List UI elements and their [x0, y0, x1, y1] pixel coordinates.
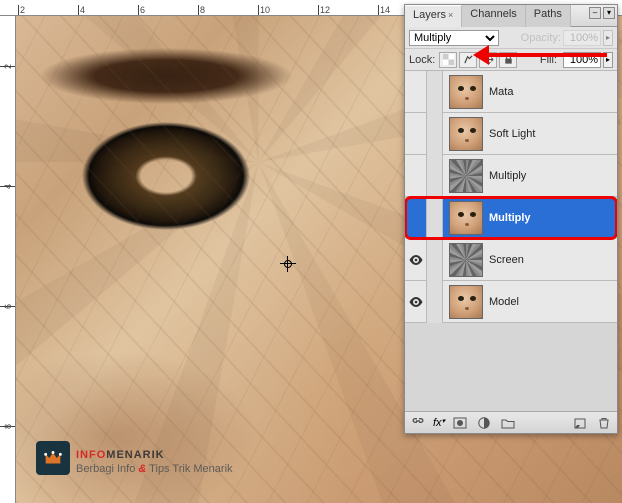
layer-visibility-toggle[interactable]: [405, 281, 427, 323]
layers-panel: Layers× Channels Paths – ▾ Multiply Opac…: [404, 4, 618, 434]
ruler-v-mark: 2: [0, 66, 15, 67]
ruler-h-mark: 6: [138, 5, 145, 15]
opacity-label: Opacity:: [521, 32, 561, 44]
ruler-h-mark: 4: [78, 5, 85, 15]
watermark-brand-a: INFO: [76, 449, 106, 461]
new-layer-button[interactable]: [571, 415, 589, 431]
layer-link-cell[interactable]: [427, 71, 443, 113]
layer-visibility-toggle[interactable]: [405, 155, 427, 197]
ruler-h-mark: 10: [258, 5, 270, 15]
panel-tabs: Layers× Channels Paths – ▾: [405, 5, 617, 27]
layer-name-label: Multiply: [489, 170, 526, 182]
fill-input[interactable]: [563, 52, 601, 68]
watermark: INFOMENARIK Berbagi Info & Tips Trik Men…: [36, 441, 233, 475]
layer-name-label: Model: [489, 296, 519, 308]
delete-layer-button[interactable]: [595, 415, 613, 431]
ruler-vertical: 2 4 6 8: [0, 16, 16, 503]
watermark-logo-icon: [36, 441, 70, 475]
layer-name-label: Multiply: [489, 212, 531, 224]
close-icon[interactable]: ×: [448, 10, 453, 20]
layer-link-cell[interactable]: [427, 113, 443, 155]
opacity-flyout-icon[interactable]: ▸: [603, 30, 613, 46]
lock-label: Lock:: [409, 54, 435, 66]
layer-thumbnail[interactable]: [449, 285, 483, 319]
lock-pixels-button[interactable]: [459, 52, 477, 68]
tab-paths[interactable]: Paths: [526, 5, 571, 27]
layer-visibility-toggle[interactable]: [405, 71, 427, 113]
fx-label: fx: [433, 417, 442, 429]
layer-mask-button[interactable]: [451, 415, 469, 431]
layer-fx-button[interactable]: fx▾: [433, 417, 445, 429]
ruler-h-mark: 8: [198, 5, 205, 15]
layer-row[interactable]: Multiply: [405, 197, 617, 239]
layer-group-button[interactable]: [499, 415, 517, 431]
fill-label: Fill:: [540, 54, 557, 66]
lock-all-button[interactable]: [499, 52, 517, 68]
layers-empty-area: [405, 323, 617, 411]
layer-row[interactable]: Model: [405, 281, 617, 323]
layer-thumbnail[interactable]: [449, 117, 483, 151]
ruler-v-mark: 8: [0, 426, 15, 427]
blend-mode-select[interactable]: Multiply: [409, 30, 499, 46]
fill-flyout-icon[interactable]: ▸: [603, 52, 613, 68]
layer-row[interactable]: Soft Light: [405, 113, 617, 155]
panel-menu-icon[interactable]: ▾: [603, 7, 615, 19]
layer-visibility-toggle[interactable]: [405, 197, 427, 239]
layer-thumbnail[interactable]: [449, 243, 483, 277]
ruler-h-mark: 14: [378, 5, 390, 15]
layer-link-cell[interactable]: [427, 155, 443, 197]
layer-link-cell[interactable]: [427, 239, 443, 281]
tab-channels[interactable]: Channels: [462, 5, 525, 27]
adjustment-layer-button[interactable]: [475, 415, 493, 431]
layer-thumbnail[interactable]: [449, 159, 483, 193]
link-layers-button[interactable]: [409, 415, 427, 431]
layer-link-cell[interactable]: [427, 281, 443, 323]
layer-row[interactable]: Multiply: [405, 155, 617, 197]
lock-fill-row: Lock: Fill: ▸: [405, 49, 617, 71]
blend-opacity-row: Multiply Opacity: ▸: [405, 27, 617, 49]
layer-name-label: Screen: [489, 254, 524, 266]
tab-layers-label: Layers: [413, 9, 446, 21]
lock-transparent-button[interactable]: [439, 52, 457, 68]
move-cursor-icon: [280, 256, 296, 272]
layer-link-cell[interactable]: [427, 197, 443, 239]
lock-position-button[interactable]: [479, 52, 497, 68]
watermark-tag-a: Berbagi Info: [76, 463, 138, 475]
panel-minimize-icon[interactable]: –: [589, 7, 601, 19]
layer-visibility-toggle[interactable]: [405, 239, 427, 281]
watermark-brand-b: MENARIK: [106, 449, 164, 461]
watermark-tag-b: Tips Trik Menarik: [146, 463, 232, 475]
ruler-v-mark: 6: [0, 306, 15, 307]
layer-row[interactable]: Mata: [405, 71, 617, 113]
layer-visibility-toggle[interactable]: [405, 113, 427, 155]
opacity-input[interactable]: [563, 30, 601, 46]
layer-name-label: Mata: [489, 86, 513, 98]
tab-layers[interactable]: Layers×: [405, 5, 462, 27]
layers-panel-footer: fx▾: [405, 411, 617, 433]
ruler-h-mark: 2: [18, 5, 25, 15]
layer-thumbnail[interactable]: [449, 201, 483, 235]
ruler-h-mark: 12: [318, 5, 330, 15]
layers-list[interactable]: Mata Soft Light Multiply Multiply Screen Mode…: [405, 71, 617, 411]
layer-row[interactable]: Screen: [405, 239, 617, 281]
layer-name-label: Soft Light: [489, 128, 535, 140]
layer-thumbnail[interactable]: [449, 75, 483, 109]
ruler-v-mark: 4: [0, 186, 15, 187]
